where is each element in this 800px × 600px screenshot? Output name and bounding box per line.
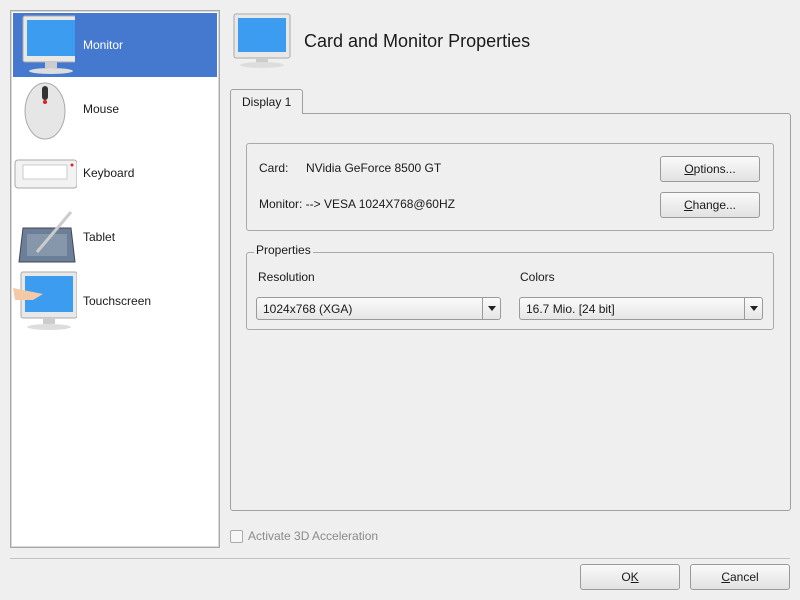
options-button[interactable]: Options...	[660, 156, 760, 182]
change-button[interactable]: Change...	[660, 192, 760, 218]
mouse-icon	[13, 77, 77, 141]
cancel-button[interactable]: Cancel	[690, 564, 790, 590]
header-monitor-icon	[233, 13, 293, 72]
sidebar-item-label: Mouse	[83, 102, 120, 116]
sidebar-item-touchscreen[interactable]: Touchscreen	[13, 269, 217, 333]
monitor-text: Monitor: --> VESA 1024X768@60HZ	[259, 197, 455, 211]
properties-legend: Properties	[254, 243, 313, 257]
sidebar-item-monitor[interactable]: Monitor	[13, 13, 217, 77]
acceleration-label: Activate 3D Acceleration	[248, 529, 379, 543]
acceleration-checkbox[interactable]	[230, 530, 243, 543]
chevron-down-icon[interactable]	[744, 298, 762, 319]
sidebar-item-tablet[interactable]: Tablet	[13, 205, 217, 269]
monitor-icon	[13, 13, 77, 77]
resolution-value: 1024x768 (XGA)	[263, 301, 353, 316]
resolution-select[interactable]: 1024x768 (XGA)	[256, 297, 501, 320]
tab-label: Display 1	[242, 95, 292, 109]
colors-value: 16.7 Mio. [24 bit]	[526, 301, 615, 316]
sidebar-item-label: Touchscreen	[83, 294, 152, 308]
tablet-icon	[13, 205, 77, 269]
sidebar-item-label: Keyboard	[83, 166, 135, 180]
card-label: Card:	[259, 161, 289, 175]
separator	[10, 558, 790, 559]
sidebar-item-mouse[interactable]: Mouse	[13, 77, 217, 141]
category-list[interactable]: Monitor Mouse Keyboard Tablet Touchscree…	[10, 10, 220, 548]
sidebar-item-label: Tablet	[83, 230, 116, 244]
resolution-label: Resolution	[258, 270, 315, 284]
keyboard-icon	[13, 141, 77, 205]
touchscreen-icon	[13, 269, 77, 333]
sidebar-item-keyboard[interactable]: Keyboard	[13, 141, 217, 205]
page-title: Card and Monitor Properties	[304, 31, 531, 51]
tab-display-1[interactable]: Display 1	[230, 89, 303, 114]
chevron-down-icon[interactable]	[482, 298, 500, 319]
colors-label: Colors	[520, 270, 555, 284]
card-value: NVidia GeForce 8500 GT	[306, 161, 442, 175]
ok-button[interactable]: OK	[580, 564, 680, 590]
colors-select[interactable]: 16.7 Mio. [24 bit]	[519, 297, 763, 320]
sidebar-item-label: Monitor	[83, 38, 124, 52]
